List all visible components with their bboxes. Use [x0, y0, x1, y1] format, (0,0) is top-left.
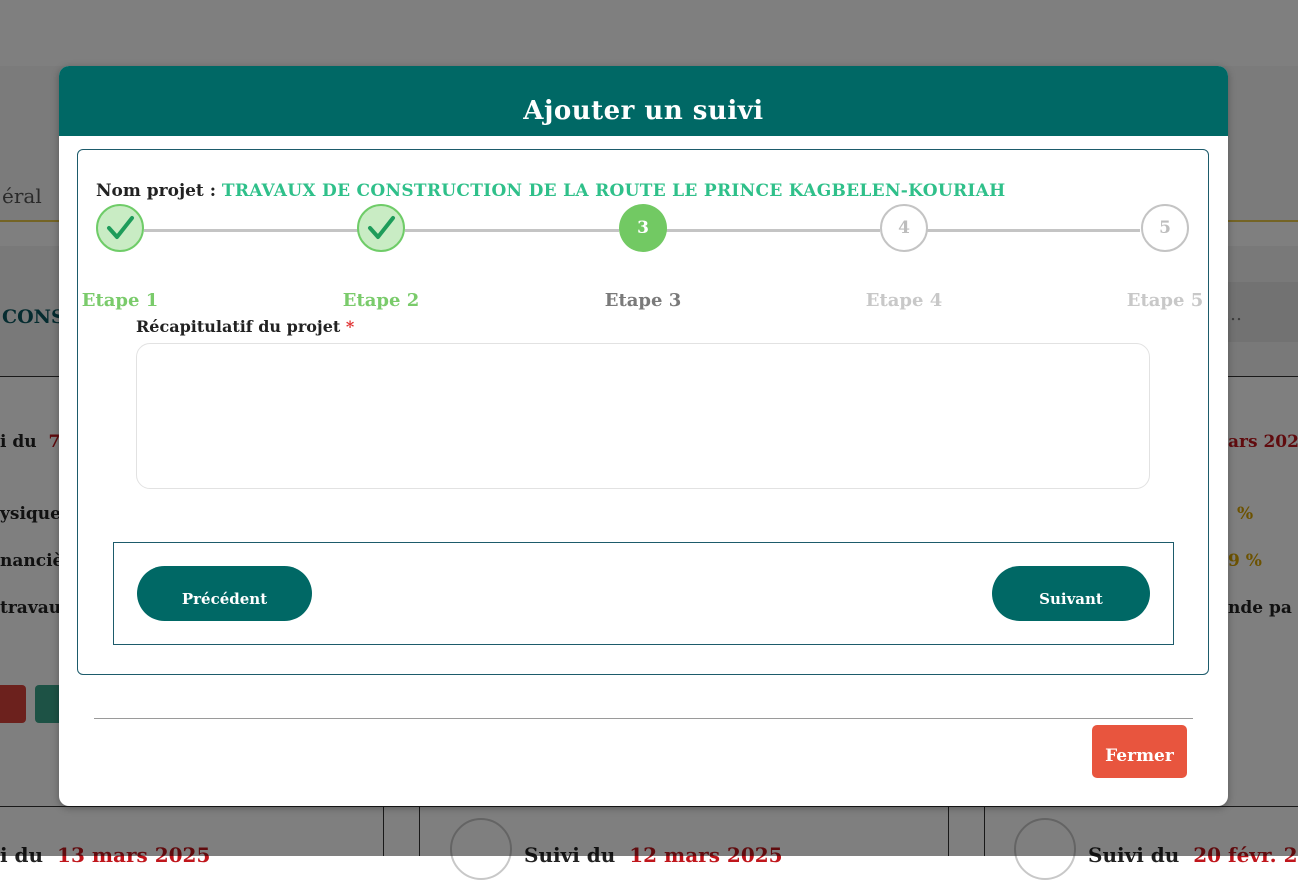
recap-field-label: Récapitulatif du projet *: [136, 317, 355, 336]
step-connector: [926, 229, 1140, 232]
check-icon: [107, 216, 134, 239]
add-suivi-modal: Ajouter un suivi Nom projet : TRAVAUX DE…: [59, 66, 1228, 806]
step-connector: [144, 229, 360, 232]
step-2-label: Etape 2: [342, 290, 420, 311]
close-button[interactable]: Fermer: [1092, 725, 1187, 778]
step-connector: [666, 229, 880, 232]
recap-textarea[interactable]: [136, 343, 1150, 489]
previous-button[interactable]: Précédent: [137, 566, 312, 621]
step-form: Nom projet : TRAVAUX DE CONSTRUCTION DE …: [77, 149, 1209, 675]
step-3-circle[interactable]: 3: [619, 204, 667, 252]
step-3-label: Etape 3: [604, 290, 682, 311]
step-1-label: Etape 1: [81, 290, 159, 311]
step-connector: [405, 229, 619, 232]
step-5-circle[interactable]: 5: [1141, 204, 1189, 252]
step-4-circle[interactable]: 4: [880, 204, 928, 252]
step-5-label: Etape 5: [1126, 290, 1204, 311]
next-button[interactable]: Suivant: [992, 566, 1150, 621]
step-4-label: Etape 4: [865, 290, 943, 311]
stepper: 3 4 5 Etape 1 Etape 2 Etape 3 Etape 4 Et…: [78, 150, 1208, 320]
modal-title: Ajouter un suivi: [523, 96, 764, 126]
check-icon: [368, 216, 395, 239]
required-mark: *: [345, 317, 355, 336]
step-nav-box: Précédent Suivant: [113, 542, 1174, 645]
step-2-circle[interactable]: [357, 204, 405, 252]
footer-divider: [94, 718, 1193, 719]
step-1-circle[interactable]: [96, 204, 144, 252]
modal-header: Ajouter un suivi: [59, 66, 1228, 136]
